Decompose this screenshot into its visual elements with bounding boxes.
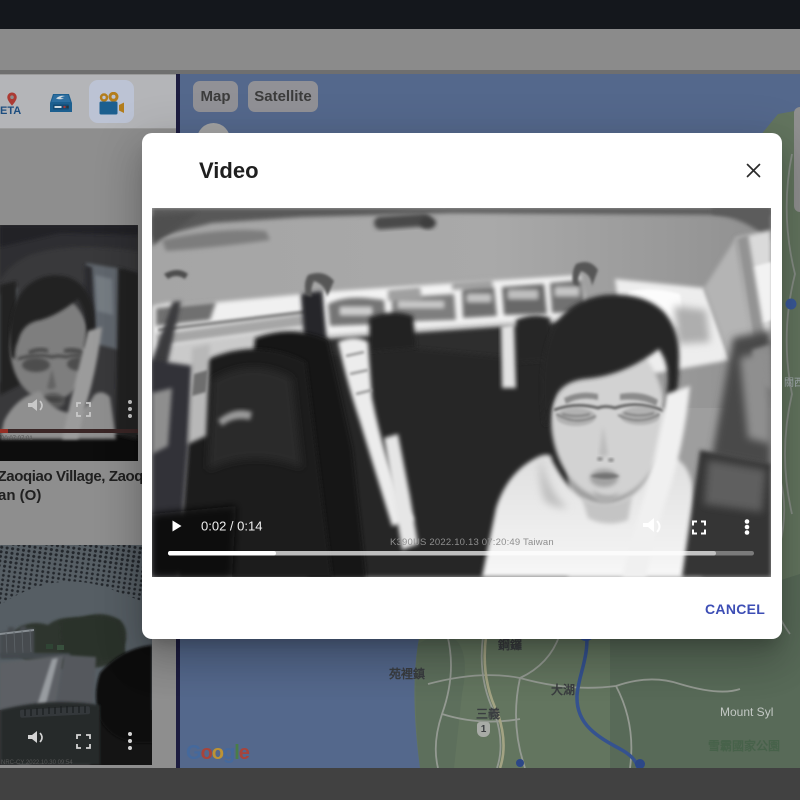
svg-text:0:02 / 0:14: 0:02 / 0:14 [201,519,262,534]
svg-text:00:07:07:01: 00:07:07:01 [1,436,33,442]
svg-text:ETA: ETA [0,105,21,117]
svg-text:NRC-CY 2022.10.30 09:54: NRC-CY 2022.10.30 09:54 [1,760,73,765]
svg-text:K390US 2022.10.13 07:20:49 T: K390US 2022.10.13 07:20:49 Taiwan [390,537,554,548]
